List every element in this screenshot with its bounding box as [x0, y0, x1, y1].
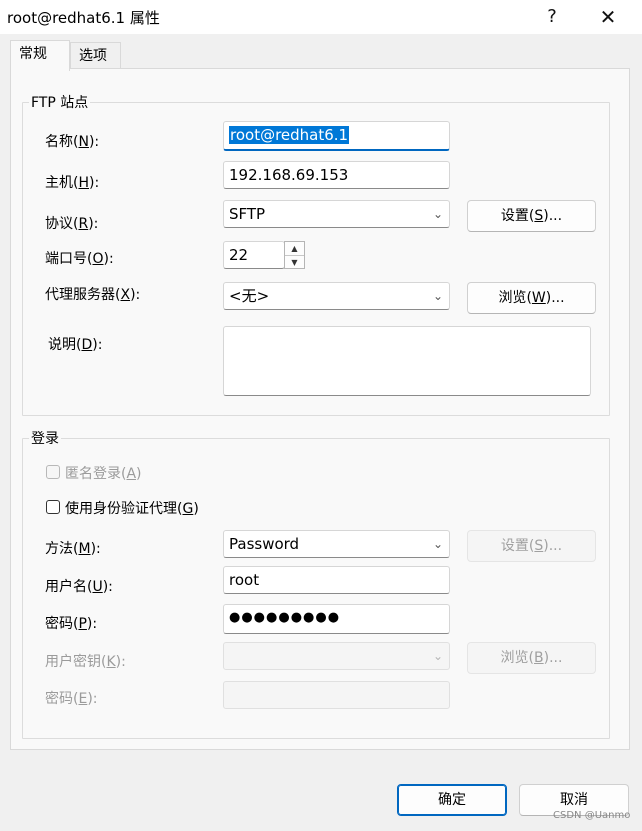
auth-agent-label: 使用身份验证代理(G) [65, 501, 199, 517]
close-icon[interactable]: ✕ [593, 4, 623, 30]
tab-general[interactable]: 常规 [10, 40, 70, 71]
description-label: 说明(D): [48, 337, 103, 353]
anonymous-login-checkbox[interactable] [46, 465, 60, 479]
passphrase-input[interactable] [223, 681, 450, 709]
method-select[interactable]: Password ⌄ [223, 530, 450, 558]
method-label: 方法(M): [45, 541, 101, 557]
title-bar: root@redhat6.1 属性 ? ✕ [0, 0, 642, 34]
user-key-label: 用户密钥(K): [45, 654, 126, 670]
proxy-label: 代理服务器(X): [45, 287, 141, 303]
user-key-select[interactable]: ⌄ [223, 642, 450, 670]
ok-button[interactable]: 确定 [397, 784, 507, 816]
window-title: root@redhat6.1 属性 [7, 9, 160, 27]
method-select-value: Password [229, 535, 300, 553]
ftp-site-legend: FTP 站点 [31, 95, 89, 111]
name-input-value: root@redhat6.1 [229, 126, 350, 144]
auth-agent-checkbox[interactable] [46, 500, 60, 514]
port-input[interactable]: 22 [223, 241, 285, 269]
triangle-down-icon[interactable]: ▼ [285, 256, 304, 269]
chevron-down-icon: ⌄ [432, 207, 443, 221]
protocol-select-value: SFTP [229, 205, 266, 223]
username-label: 用户名(U): [45, 579, 113, 595]
chevron-down-icon: ⌄ [432, 649, 443, 663]
method-settings-button[interactable]: 设置(S)... [467, 530, 596, 562]
help-icon[interactable]: ? [537, 4, 567, 30]
host-input[interactable]: 192.168.69.153 [223, 161, 450, 189]
name-label: 名称(N): [45, 134, 100, 150]
proxy-browse-button[interactable]: 浏览(W)... [467, 282, 596, 314]
password-input[interactable]: ●●●●●●●●● [223, 604, 450, 634]
username-input[interactable]: root [223, 566, 450, 594]
password-label: 密码(P): [45, 616, 98, 632]
passphrase-label: 密码(E): [45, 691, 98, 707]
user-key-browse-button[interactable]: 浏览(B)... [467, 642, 596, 674]
tab-options[interactable]: 选项 [70, 42, 121, 70]
triangle-up-icon[interactable]: ▲ [285, 242, 304, 256]
proxy-select[interactable]: <无> ⌄ [223, 282, 450, 310]
watermark: CSDN @Uanmo [553, 810, 631, 821]
port-label: 端口号(O): [45, 251, 114, 267]
protocol-label: 协议(R): [45, 216, 99, 232]
description-textarea[interactable] [223, 326, 591, 396]
protocol-settings-button[interactable]: 设置(S)... [467, 200, 596, 232]
chevron-down-icon: ⌄ [432, 537, 443, 551]
port-stepper[interactable]: ▲ ▼ [284, 241, 305, 269]
anonymous-login-label: 匿名登录(A) [65, 466, 142, 482]
protocol-select[interactable]: SFTP ⌄ [223, 200, 450, 228]
host-label: 主机(H): [45, 175, 100, 191]
login-legend: 登录 [31, 431, 59, 447]
name-input[interactable]: root@redhat6.1 [223, 121, 450, 151]
chevron-down-icon: ⌄ [432, 289, 443, 303]
proxy-select-value: <无> [229, 287, 270, 305]
